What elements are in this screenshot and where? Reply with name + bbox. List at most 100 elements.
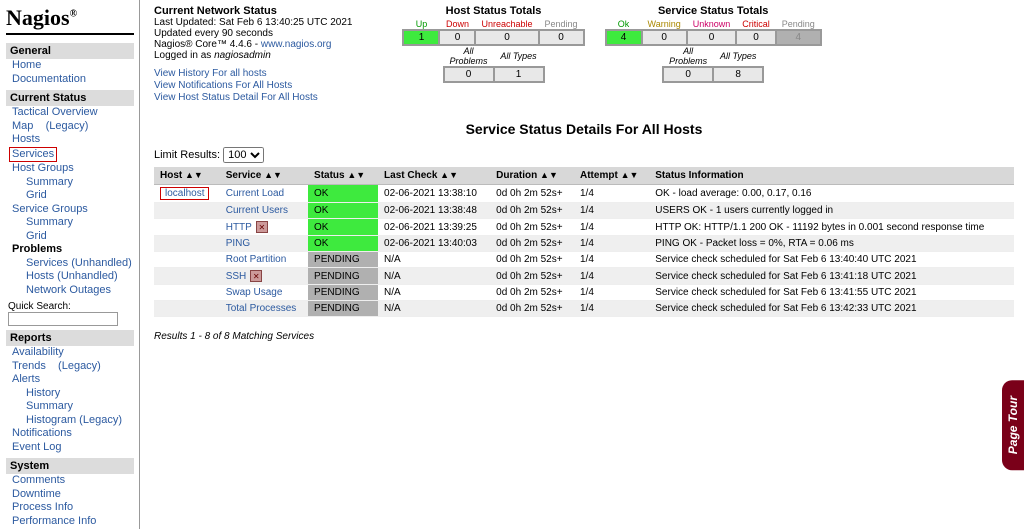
status-cell: PENDING [308,268,378,285]
quick-search-input[interactable] [8,312,118,326]
service-link[interactable]: HTTP [226,222,252,233]
table-row: Current UsersOK02-06-2021 13:38:480d 0h … [154,203,1014,219]
sidebar-item[interactable]: Hosts [12,133,40,145]
sidebar-item[interactable]: Notifications [12,427,72,439]
service-link[interactable]: SSH [226,271,247,282]
total-cell[interactable]: 0 [687,30,737,45]
total-cell[interactable]: 4 [606,30,642,45]
status-title: Current Network Status [154,5,352,17]
total-head[interactable]: All Problems [444,46,494,67]
sidebar-item[interactable]: Process Info [12,501,73,513]
status-link[interactable]: View History For all hosts [154,68,267,79]
sidebar-item[interactable]: Histogram (Legacy) [26,414,122,426]
host-link[interactable]: localhost [165,188,204,199]
service-link[interactable]: Root Partition [226,254,287,265]
sidebar-item[interactable]: Services [12,148,54,160]
page-tour-tab[interactable]: Page Tour [1002,380,1024,470]
column-header[interactable]: Service ▲▼ [220,167,308,185]
service-link[interactable]: Current Load [226,188,284,199]
total-cell[interactable]: 8 [713,67,763,82]
sidebar-item[interactable]: Downtime [12,488,61,500]
total-head[interactable]: Pending [776,19,821,30]
total-head[interactable]: Down [439,19,475,30]
nagios-link[interactable]: www.nagios.org [261,39,332,50]
sidebar-item[interactable]: Host Groups [12,162,74,174]
sort-icon[interactable]: ▲▼ [347,170,365,180]
total-head[interactable]: All Types [713,46,763,67]
table-row: HTTP✕OK02-06-2021 13:39:250d 0h 2m 52s+1… [154,219,1014,236]
sidebar-item[interactable]: Service Groups [12,203,88,215]
sidebar-item[interactable]: Summary [26,400,73,412]
sidebar-item[interactable]: Alerts [12,373,40,385]
flag-icon[interactable]: ✕ [256,221,268,233]
table-row: Swap UsagePENDINGN/A0d 0h 2m 52s+1/4Serv… [154,285,1014,301]
sort-icon[interactable]: ▲▼ [185,170,203,180]
sidebar-item[interactable]: Grid [26,189,47,201]
service-totals: Service Status Totals OkWarningUnknownCr… [605,5,822,83]
main-content: Current Network Status Last Updated: Sat… [146,0,1024,347]
service-link[interactable]: PING [226,238,250,249]
total-head[interactable]: Up [403,19,439,30]
total-head[interactable]: Ok [606,19,642,30]
column-header[interactable]: Host ▲▼ [154,167,220,185]
status-link[interactable]: View Host Status Detail For All Hosts [154,92,318,103]
total-cell[interactable]: 1 [494,67,544,82]
sort-icon[interactable]: ▲▼ [540,170,558,180]
status-updated: Last Updated: Sat Feb 6 13:40:25 UTC 202… [154,17,352,28]
sidebar-item[interactable]: Comments [12,474,65,486]
total-cell[interactable]: 0 [642,30,687,45]
service-link[interactable]: Current Users [226,205,288,216]
total-head[interactable]: All Types [494,46,544,67]
flag-icon[interactable]: ✕ [250,270,262,282]
sidebar-item[interactable]: Network Outages [26,284,111,296]
results-count: Results 1 - 8 of 8 Matching Services [154,331,1014,342]
total-head[interactable]: All Problems [663,46,713,67]
sidebar-item[interactable]: Summary [26,176,73,188]
limit-select[interactable]: 100 [223,147,264,163]
sidebar: Nagios® GeneralHomeDocumentationCurrent … [0,0,140,529]
sort-icon[interactable]: ▲▼ [264,170,282,180]
sort-icon[interactable]: ▲▼ [621,170,639,180]
status-link[interactable]: View Notifications For All Hosts [154,80,292,91]
total-cell[interactable]: 4 [776,30,821,45]
total-cell[interactable]: 0 [439,30,475,45]
sidebar-item[interactable]: Trends (Legacy) [12,360,101,372]
column-header[interactable]: Attempt ▲▼ [574,167,649,185]
total-cell[interactable]: 0 [475,30,538,45]
sidebar-item[interactable]: Grid [26,230,47,242]
sidebar-item[interactable]: Hosts (Unhandled) [26,270,118,282]
sidebar-item[interactable]: Availability [12,346,64,358]
service-link[interactable]: Swap Usage [226,287,283,298]
sidebar-item[interactable]: Home [12,59,41,71]
total-head[interactable]: Critical [736,19,776,30]
sidebar-item[interactable]: Performance Info [12,515,96,527]
total-cell[interactable]: 0 [736,30,776,45]
section-head: Reports [6,330,134,346]
status-cell: PENDING [308,301,378,317]
sidebar-item[interactable]: Summary [26,216,73,228]
sidebar-item[interactable]: Tactical Overview [12,106,98,118]
status-cell: OK [308,203,378,219]
sidebar-item[interactable]: Event Log [12,441,62,453]
column-header[interactable]: Status ▲▼ [308,167,378,185]
sidebar-item[interactable]: Documentation [12,73,86,85]
column-header[interactable]: Last Check ▲▼ [378,167,490,185]
column-header[interactable]: Duration ▲▼ [490,167,574,185]
total-cell[interactable]: 1 [403,30,439,45]
sidebar-heading: Problems [12,243,62,255]
sidebar-item[interactable]: History [26,387,60,399]
total-head[interactable]: Pending [539,19,584,30]
service-link[interactable]: Total Processes [226,303,297,314]
column-header[interactable]: Status Information [649,167,1014,185]
section-head: System [6,458,134,474]
total-cell[interactable]: 0 [663,67,713,82]
total-head[interactable]: Unreachable [475,19,538,30]
status-cell: OK [308,236,378,252]
total-cell[interactable]: 0 [539,30,584,45]
total-cell[interactable]: 0 [444,67,494,82]
sort-icon[interactable]: ▲▼ [440,170,458,180]
sidebar-item[interactable]: Services (Unhandled) [26,257,132,269]
total-head[interactable]: Unknown [687,19,737,30]
sidebar-item[interactable]: Map (Legacy) [12,120,88,132]
total-head[interactable]: Warning [642,19,687,30]
